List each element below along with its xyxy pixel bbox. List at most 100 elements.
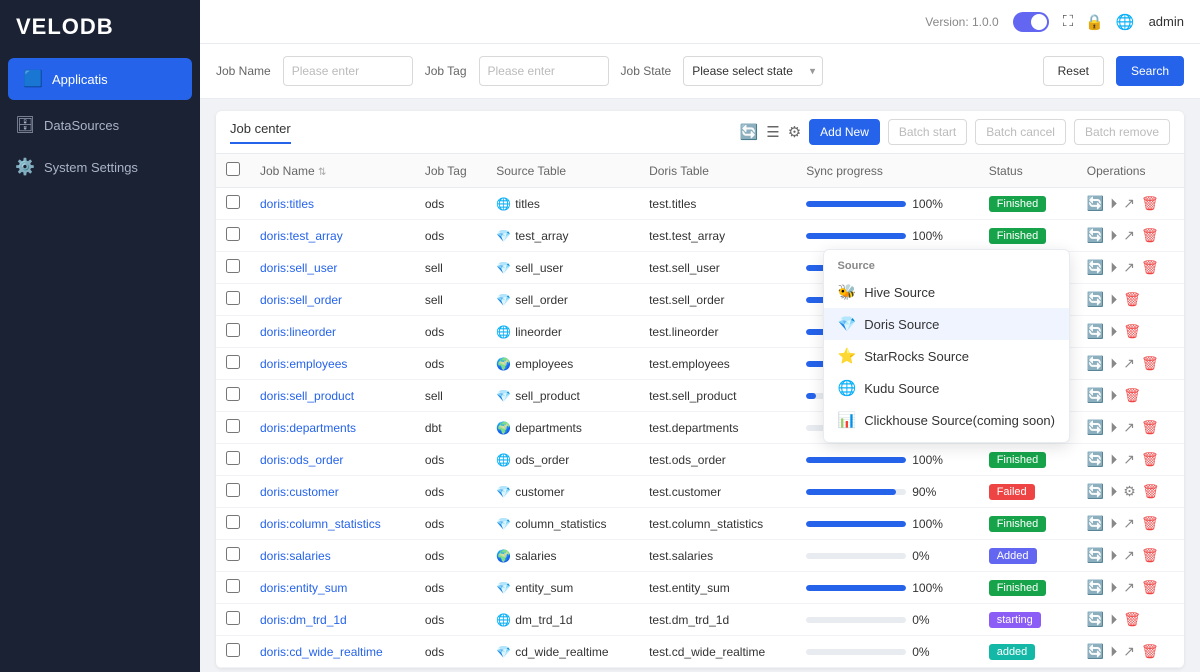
delete-icon-13[interactable]: 🗑	[1123, 611, 1141, 628]
row-checkbox-0[interactable]	[226, 195, 240, 209]
job-name-input[interactable]	[283, 56, 413, 86]
job-name-label: Job Name	[216, 64, 271, 78]
batch-cancel-button[interactable]: Batch cancel	[975, 119, 1066, 145]
row-checkbox-6[interactable]	[226, 387, 240, 401]
run-icon-3[interactable]: ⏵	[1110, 291, 1117, 308]
row-checkbox-12[interactable]	[226, 579, 240, 593]
row-checkbox-10[interactable]	[226, 515, 240, 529]
run-icon-8[interactable]: ⏵	[1110, 451, 1117, 468]
run-icon-2[interactable]: ⏵	[1110, 259, 1117, 276]
sync-icon-12[interactable]: 🔄	[1087, 579, 1104, 596]
edit-icon-11[interactable]: ↗	[1123, 547, 1135, 564]
sync-icon-14[interactable]: 🔄	[1087, 643, 1104, 660]
edit-icon-7[interactable]: ↗	[1123, 419, 1135, 436]
row-checkbox-8[interactable]	[226, 451, 240, 465]
dropdown-item-doris[interactable]: 💎Doris Source	[824, 308, 1069, 340]
sidebar-item-applications[interactable]: 🟦 Applicatis	[8, 58, 192, 100]
run-icon-7[interactable]: ⏵	[1110, 419, 1117, 436]
delete-icon-8[interactable]: 🗑	[1141, 451, 1159, 468]
edit-icon-10[interactable]: ↗	[1123, 515, 1135, 532]
lock-icon[interactable]: 🔒	[1085, 13, 1104, 31]
row-checkbox-1[interactable]	[226, 227, 240, 241]
job-state-select[interactable]: Please select state Finished Running Can…	[683, 56, 823, 86]
source-table-cell: 💎entity_sum	[486, 572, 639, 604]
run-icon-9[interactable]: ⏵	[1110, 483, 1117, 500]
sync-icon-2[interactable]: 🔄	[1087, 259, 1104, 276]
row-checkbox-11[interactable]	[226, 547, 240, 561]
theme-toggle[interactable]	[1013, 12, 1049, 32]
dropdown-item-kudu[interactable]: 🌐Kudu Source	[824, 372, 1069, 404]
settings2-icon[interactable]: ⚙	[788, 123, 801, 141]
run-icon-4[interactable]: ⏵	[1110, 323, 1117, 340]
run-icon-13[interactable]: ⏵	[1110, 611, 1117, 628]
sync-icon-3[interactable]: 🔄	[1087, 291, 1104, 308]
delete-icon-9[interactable]: 🗑	[1142, 483, 1160, 500]
lang-icon[interactable]: 🌐	[1116, 13, 1135, 31]
run-icon-11[interactable]: ⏵	[1110, 547, 1117, 564]
run-icon-10[interactable]: ⏵	[1110, 515, 1117, 532]
run-icon-5[interactable]: ⏵	[1110, 355, 1117, 372]
dropdown-item-starrocks[interactable]: ⭐StarRocks Source	[824, 340, 1069, 372]
edit-icon-8[interactable]: ↗	[1123, 451, 1135, 468]
sync-icon-1[interactable]: 🔄	[1087, 227, 1104, 244]
delete-icon-14[interactable]: 🗑	[1141, 643, 1159, 660]
reset-button[interactable]: Reset	[1043, 56, 1104, 86]
delete-icon-10[interactable]: 🗑	[1141, 515, 1159, 532]
edit-icon-12[interactable]: ↗	[1123, 579, 1135, 596]
table-header-row: Job Name ⇅ Job Tag Source Table Doris Ta…	[216, 154, 1184, 188]
job-tag-input[interactable]	[479, 56, 609, 86]
expand-icon[interactable]: ⛶	[1063, 13, 1074, 30]
row-checkbox-14[interactable]	[226, 643, 240, 657]
row-checkbox-7[interactable]	[226, 419, 240, 433]
select-all-checkbox[interactable]	[226, 162, 240, 176]
dropdown-item-clickhouse[interactable]: 📊Clickhouse Source(coming soon)	[824, 404, 1069, 436]
sync-icon-0[interactable]: 🔄	[1087, 195, 1104, 212]
sync-icon-5[interactable]: 🔄	[1087, 355, 1104, 372]
sync-icon-10[interactable]: 🔄	[1087, 515, 1104, 532]
dropdown-item-hive[interactable]: 🐝Hive Source	[824, 276, 1069, 308]
run-icon-14[interactable]: ⏵	[1110, 643, 1117, 660]
edit-icon-0[interactable]: ↗	[1123, 195, 1135, 212]
sync-icon-9[interactable]: 🔄	[1087, 483, 1104, 500]
sync-icon-7[interactable]: 🔄	[1087, 419, 1104, 436]
delete-icon-1[interactable]: 🗑	[1141, 227, 1159, 244]
run-icon-6[interactable]: ⏵	[1110, 387, 1117, 404]
batch-remove-button[interactable]: Batch remove	[1074, 119, 1170, 145]
delete-icon-2[interactable]: 🗑	[1141, 259, 1159, 276]
sync-icon-8[interactable]: 🔄	[1087, 451, 1104, 468]
run-icon-12[interactable]: ⏵	[1110, 579, 1117, 596]
row-checkbox-5[interactable]	[226, 355, 240, 369]
run-icon-0[interactable]: ⏵	[1110, 195, 1117, 212]
row-checkbox-3[interactable]	[226, 291, 240, 305]
row-checkbox-9[interactable]	[226, 483, 240, 497]
delete-icon-4[interactable]: 🗑	[1123, 323, 1141, 340]
delete-icon-0[interactable]: 🗑	[1141, 195, 1159, 212]
edit-icon-2[interactable]: ↗	[1123, 259, 1135, 276]
delete-icon-6[interactable]: 🗑	[1123, 387, 1141, 404]
row-checkbox-13[interactable]	[226, 611, 240, 625]
add-new-button[interactable]: Add New	[809, 119, 880, 145]
delete-icon-5[interactable]: 🗑	[1141, 355, 1159, 372]
job-name-cell: doris:departments	[260, 421, 356, 435]
row-checkbox-4[interactable]	[226, 323, 240, 337]
columns-icon[interactable]: ☰	[766, 123, 779, 141]
refresh-icon[interactable]: 🔄	[740, 123, 759, 141]
sync-icon-13[interactable]: 🔄	[1087, 611, 1104, 628]
edit-icon-14[interactable]: ↗	[1123, 643, 1135, 660]
sync-icon-6[interactable]: 🔄	[1087, 387, 1104, 404]
row-checkbox-2[interactable]	[226, 259, 240, 273]
sidebar-item-settings[interactable]: ⚙️ System Settings	[0, 146, 200, 188]
search-button[interactable]: Search	[1116, 56, 1184, 86]
sync-icon-4[interactable]: 🔄	[1087, 323, 1104, 340]
delete-icon-11[interactable]: 🗑	[1141, 547, 1159, 564]
edit-icon-1[interactable]: ↗	[1123, 227, 1135, 244]
batch-start-button[interactable]: Batch start	[888, 119, 967, 145]
sync-icon-11[interactable]: 🔄	[1087, 547, 1104, 564]
edit-icon-5[interactable]: ↗	[1123, 355, 1135, 372]
sidebar-item-datasources[interactable]: 🗄 DataSources	[0, 104, 200, 146]
delete-icon-7[interactable]: 🗑	[1141, 419, 1159, 436]
delete-icon-3[interactable]: 🗑	[1123, 291, 1141, 308]
delete-icon-12[interactable]: 🗑	[1141, 579, 1159, 596]
run-icon-1[interactable]: ⏵	[1110, 227, 1117, 244]
gear-icon-9[interactable]: ⚙	[1123, 483, 1136, 500]
